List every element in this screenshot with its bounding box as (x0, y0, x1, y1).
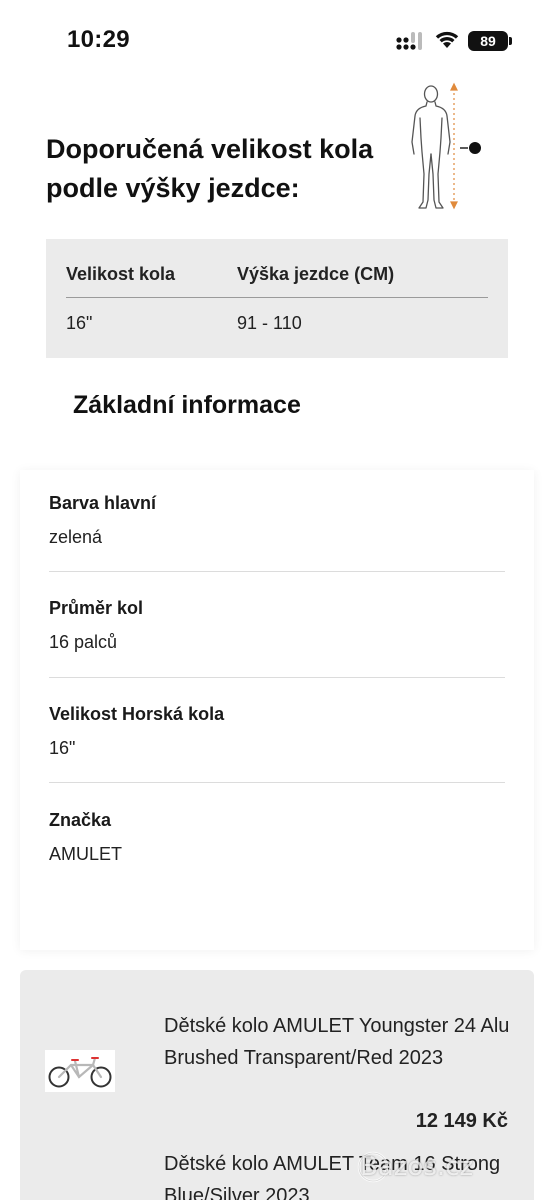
info-row-mtb-size: Velikost Horská kola 16" (49, 704, 505, 759)
size-table-divider (66, 297, 488, 298)
product-name[interactable]: Dětské kolo AMULET Youngster 24 Alu Brus… (164, 1010, 514, 1074)
size-table-cell-rider-height: 91 - 110 (237, 313, 302, 333)
size-guide-heading: Doporučená velikost kola podle výšky jez… (46, 134, 374, 203)
info-value: 16" (49, 738, 76, 758)
info-row-brand: Značka AMULET (49, 810, 505, 865)
info-divider (49, 677, 505, 678)
signal-icon (396, 32, 422, 50)
size-table-cell-bike-size: 16" (66, 313, 93, 333)
info-row-wheel-diameter: Průměr kol 16 palců (49, 598, 505, 653)
info-label: Průměr kol (49, 598, 144, 618)
basic-info-list: Barva hlavní zelená Průměr kol 16 palců … (20, 470, 534, 950)
size-table: Velikost kola Výška jezdce (CM) 16" 91 -… (46, 239, 508, 358)
info-value: 16 palců (49, 632, 118, 652)
info-label: Barva hlavní (49, 493, 157, 513)
basic-info-heading: Základní informace (73, 391, 301, 419)
battery-icon: 89 (468, 31, 508, 51)
status-time: 10:29 (67, 26, 130, 53)
status-bar: 10:29 89 (0, 0, 554, 80)
size-table-header-rider-height: Výška jezdce (CM) (237, 264, 395, 284)
info-value: AMULET (49, 844, 123, 864)
product-price: 12 149 Kč (415, 1110, 508, 1132)
info-divider (49, 571, 505, 572)
info-divider (49, 782, 505, 783)
size-table-header-bike-size: Velikost kola (66, 264, 176, 284)
info-label: Značka (49, 810, 112, 830)
info-label: Velikost Horská kola (49, 704, 225, 724)
bike-thumbnail-icon[interactable] (45, 1050, 115, 1092)
watermark: Bazos.cz (360, 1152, 474, 1182)
battery-nub (509, 37, 512, 45)
info-value: zelená (49, 527, 103, 547)
wifi-icon (435, 31, 459, 48)
info-row-main-color: Barva hlavní zelená (49, 493, 505, 548)
body-height-figure-icon (411, 82, 481, 210)
